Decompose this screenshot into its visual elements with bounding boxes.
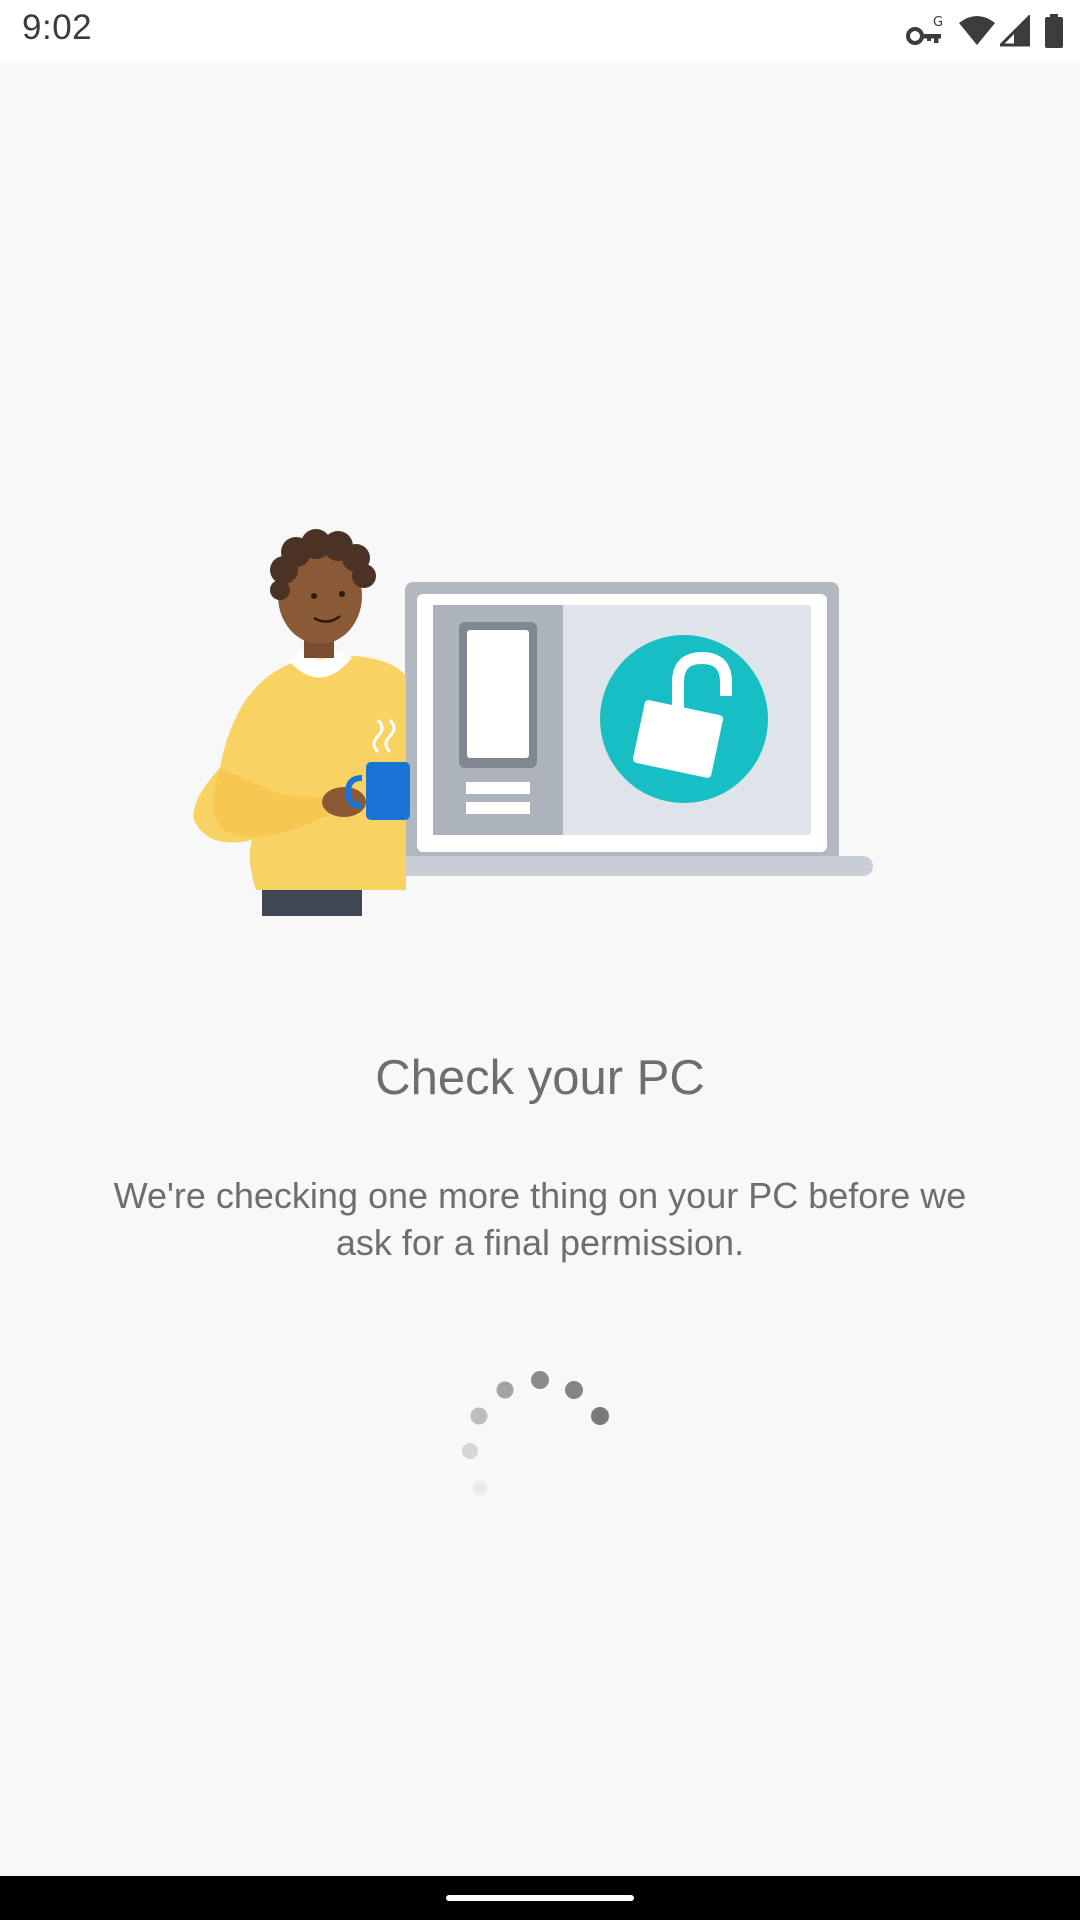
wifi-icon — [958, 15, 996, 47]
screen: 9:02 G Check your PC We're checking one … — [0, 0, 1080, 1920]
status-time: 9:02 — [22, 8, 93, 47]
illustration — [180, 500, 900, 940]
vpn-key-icon: G — [906, 13, 946, 49]
navigation-bar — [0, 1876, 1080, 1920]
status-bar: 9:02 G — [0, 0, 1080, 63]
person-icon — [193, 529, 406, 916]
status-icons: G — [906, 10, 1064, 52]
battery-icon — [1044, 14, 1064, 48]
unlocked-padlock-icon — [600, 635, 768, 803]
svg-text:G: G — [933, 15, 943, 30]
page-title: Check your PC — [375, 1051, 705, 1105]
home-gesture-handle[interactable] — [446, 1895, 634, 1901]
loading-spinner-icon — [440, 1340, 640, 1520]
phone-icon — [459, 622, 537, 814]
signal-icon — [1000, 15, 1030, 47]
status-message: We're checking one more thing on your PC… — [113, 1175, 967, 1263]
